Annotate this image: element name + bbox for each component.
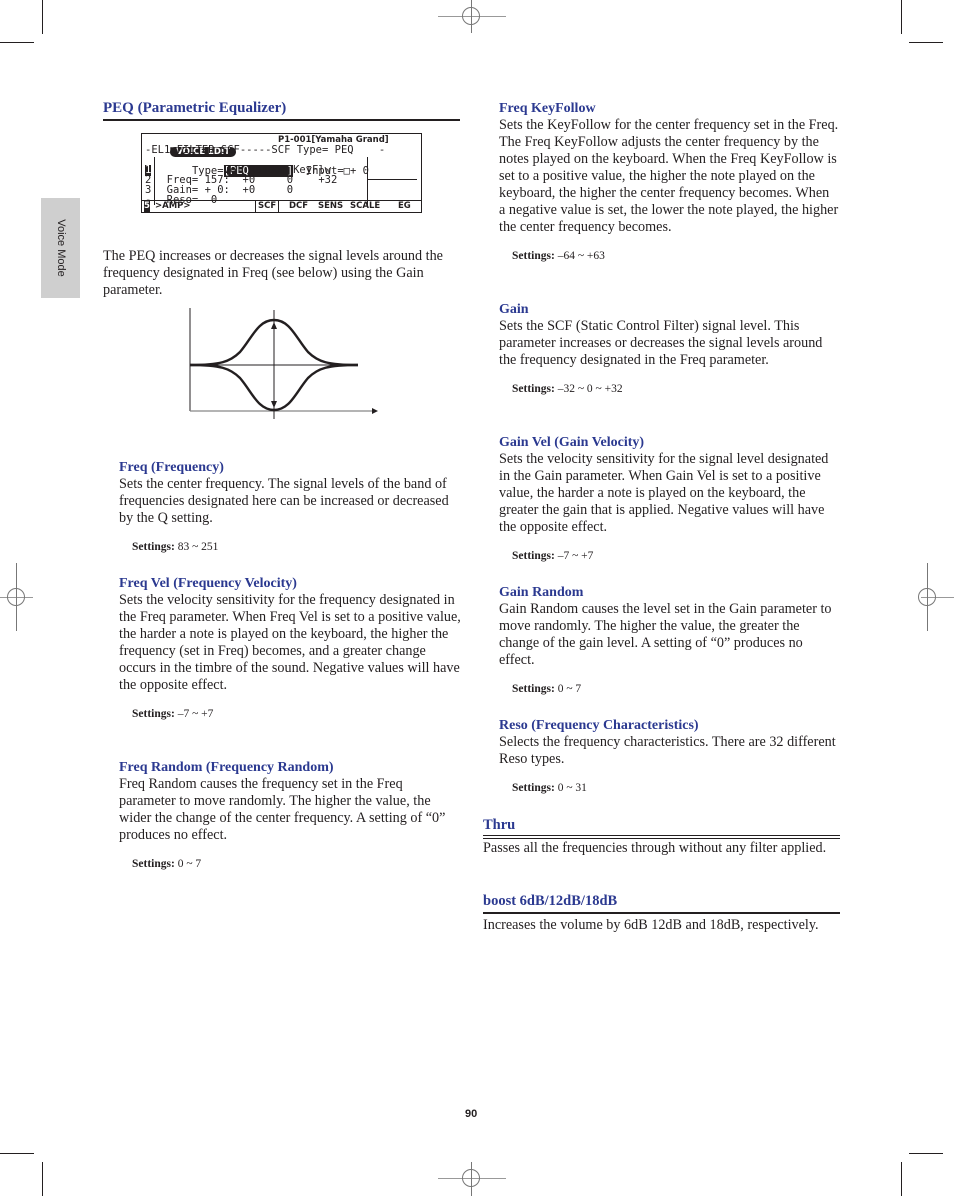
section-heading-peq: PEQ (Parametric Equalizer) (103, 100, 287, 116)
thru-description: Passes all the frequencies through witho… (483, 840, 828, 857)
param-body: Selects the frequency characteristics. T… (499, 734, 836, 767)
settings-label: Settings: (512, 250, 555, 262)
crop-mark (0, 42, 34, 43)
settings-value: 83 ~ 251 (177, 541, 219, 553)
param-section-freq-keyfollow: Freq KeyFollow Sets the KeyFollow for th… (499, 100, 839, 265)
settings-value: 0 ~ 7 (177, 858, 202, 870)
param-title: Reso (Frequency Characteristics) (499, 718, 699, 733)
param-title: Gain Vel (Gain Velocity) (499, 435, 645, 450)
param-body: Sets the velocity sensitivity for the fr… (119, 592, 461, 693)
param-body: Sets the velocity sensitivity for the si… (499, 451, 829, 535)
peq-curve-diagram (189, 308, 378, 419)
heading-rule (483, 835, 840, 839)
settings-label: Settings: (512, 383, 555, 395)
crop-mark (909, 1153, 943, 1154)
crop-mark (0, 1153, 34, 1154)
param-section-reso: Reso (Frequency Characteristics) Selects… (499, 717, 839, 797)
settings-label: Settings: (512, 683, 555, 695)
param-body: Gain Random causes the level set in the … (499, 601, 832, 668)
settings-value: –64 ~ +63 (557, 250, 605, 262)
lcd-tab-scf: SCF (255, 201, 280, 212)
settings-label: Settings: (132, 858, 175, 870)
param-title: Gain (499, 302, 529, 317)
x-axis-arrow (372, 408, 378, 414)
param-section-gain-random: Gain Random Gain Random causes the level… (499, 584, 839, 698)
param-section-freq: Freq (Frequency) Sets the center frequen… (119, 459, 461, 556)
crop-mark (901, 1162, 902, 1196)
lcd-tab-scale: SCALE (350, 201, 381, 211)
heading-rule (483, 912, 840, 914)
param-title: Gain Random (499, 585, 584, 600)
settings-value: 0 ~ 31 (557, 782, 587, 794)
up-arrow (271, 322, 277, 329)
param-body: Sets the KeyFollow for the center freque… (499, 117, 839, 235)
side-tab-label: Voice Mode (54, 219, 67, 277)
settings-value: –7 ~ +7 (557, 550, 594, 562)
lcd-page-num: 5 (144, 201, 150, 212)
intro-paragraph: The PEQ increases or decreases the signa… (103, 248, 448, 299)
side-tab: Voice Mode (41, 198, 80, 298)
settings-label: Settings: (132, 708, 175, 720)
param-title: Freq (Frequency) (119, 460, 224, 475)
settings-label: Settings: (132, 541, 175, 553)
param-title: Freq Vel (Frequency Velocity) (119, 576, 297, 591)
lcd-screen: VOICE EDIT P1-001[Yamaha Grand] -EL1■FIL… (141, 133, 422, 213)
lcd-tab-dcf: DCF (289, 201, 309, 211)
param-settings: Settings: –64 ~ +63 (499, 248, 839, 265)
param-settings: Settings: 0 ~ 31 (499, 780, 839, 797)
param-settings: Settings: 83 ~ 251 (119, 539, 461, 556)
lcd-tab-sens: SENS (318, 201, 344, 211)
crop-mark (909, 42, 943, 43)
param-settings: Settings: 0 ~ 7 (119, 856, 461, 873)
param-title: Freq KeyFollow (499, 101, 596, 116)
section-heading-thru: Thru (483, 817, 516, 833)
crop-mark (42, 1162, 43, 1196)
lcd-amp-link: >AMP> (155, 201, 191, 211)
page-number: 90 (465, 1108, 478, 1120)
down-arrow (271, 401, 277, 408)
boost-text: Increases the volume by 6dB 12dB and 18d… (483, 917, 819, 933)
param-body: Sets the SCF (Static Control Filter) sig… (499, 318, 823, 368)
param-title: Freq Random (Frequency Random) (119, 760, 334, 775)
param-section-gain: Gain Sets the SCF (Static Control Filter… (499, 301, 839, 398)
param-settings: Settings: –32 ~ 0 ~ +32 (499, 381, 839, 398)
param-section-freq-vel: Freq Vel (Frequency Velocity) Sets the v… (119, 575, 461, 723)
heading-rule (103, 119, 460, 121)
param-section-freq-random: Freq Random (Frequency Random) Freq Rand… (119, 759, 461, 873)
boost-description: Increases the volume by 6dB 12dB and 18d… (483, 917, 828, 934)
crop-mark (42, 0, 43, 34)
settings-value: 0 ~ 7 (557, 683, 582, 695)
param-section-gain-vel: Gain Vel (Gain Velocity) Sets the veloci… (499, 434, 839, 565)
settings-value: –32 ~ 0 ~ +32 (557, 383, 623, 395)
settings-label: Settings: (512, 550, 555, 562)
settings-value: –7 ~ +7 (177, 708, 214, 720)
intro-text: The PEQ increases or decreases the signa… (103, 248, 443, 298)
section-heading-boost: boost 6dB/12dB/18dB (483, 893, 618, 909)
param-body: Freq Random causes the frequency set in … (119, 776, 446, 843)
settings-label: Settings: (512, 782, 555, 794)
crop-mark (901, 0, 902, 34)
thru-text: Passes all the frequencies through witho… (483, 840, 827, 856)
param-body: Sets the center frequency. The signal le… (119, 476, 449, 526)
param-settings: Settings: 0 ~ 7 (499, 681, 839, 698)
param-settings: Settings: –7 ~ +7 (119, 706, 461, 723)
param-settings: Settings: –7 ~ +7 (499, 548, 839, 565)
lcd-tab-eg: EG (398, 201, 411, 211)
